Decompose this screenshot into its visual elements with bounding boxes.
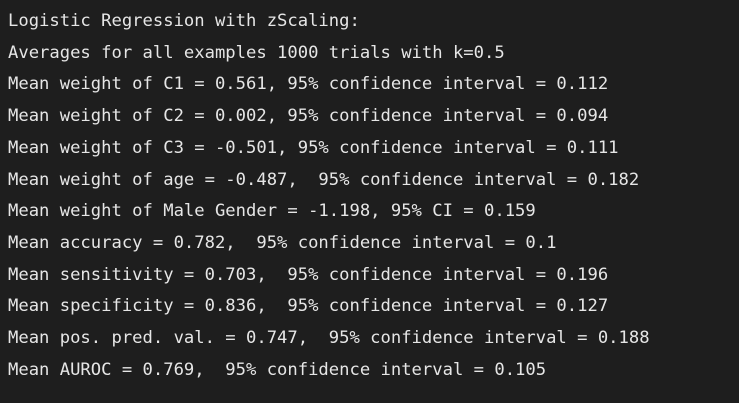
output-weight-c3: Mean weight of C3 = -0.501, 95% confiden… [8,137,619,158]
output-weight-c1: Mean weight of C1 = 0.561, 95% confidenc… [8,74,609,95]
output-weight-male-gender: Mean weight of Male Gender = -1.198, 95%… [8,201,536,222]
output-weight-c2: Mean weight of C2 = 0.002, 95% confidenc… [8,106,609,127]
output-weight-age: Mean weight of age = -0.487, 95% confide… [8,169,640,190]
output-title: Logistic Regression with zScaling: [8,11,360,31]
output-specificity: Mean specificity = 0.836, 95% confidence… [8,296,609,317]
output-accuracy: Mean accuracy = 0.782, 95% confidence in… [8,232,557,253]
output-auroc: Mean AUROC = 0.769, 95% confidence inter… [8,359,547,380]
output-ppv: Mean pos. pred. val. = 0.747, 95% confid… [8,328,650,349]
output-sensitivity: Mean sensitivity = 0.703, 95% confidence… [8,264,609,285]
terminal-output: Logistic Regression with zScaling: Avera… [0,0,739,403]
output-averages-header: Averages for all examples 1000 trials wi… [8,42,505,63]
